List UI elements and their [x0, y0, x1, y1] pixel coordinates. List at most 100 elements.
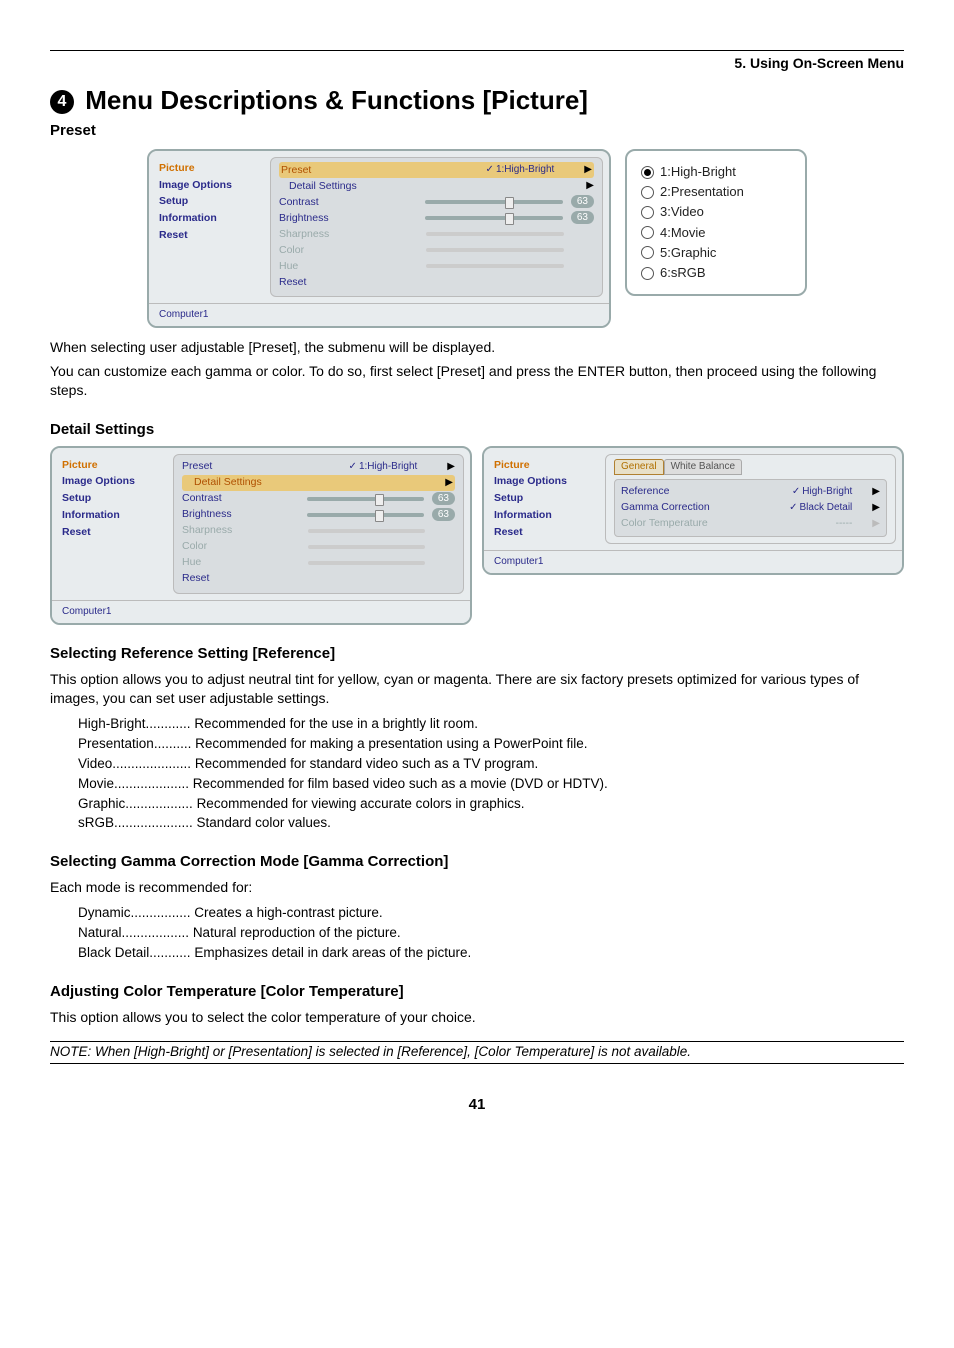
check-icon: ✓ [792, 485, 800, 499]
tab-general[interactable]: General [614, 459, 664, 475]
osd-row-brightness[interactable]: Brightness 63 [279, 210, 594, 226]
sharpness-slider [426, 232, 565, 236]
side-item-information[interactable]: Information [159, 211, 264, 226]
chevron-right-icon: ▶ [584, 163, 592, 177]
heading-reference: Selecting Reference Setting [Reference] [50, 643, 904, 664]
preset-option-presentation[interactable]: 2:Presentation [641, 183, 791, 201]
hue-label: Hue [279, 259, 418, 274]
heading-color-temperature: Adjusting Color Temperature [Color Tempe… [50, 981, 904, 1002]
chevron-right-icon: ▶ [586, 179, 594, 193]
preset-value: 1:High-Bright [496, 163, 554, 177]
tab-white-balance[interactable]: White Balance [664, 459, 742, 475]
check-icon: ✓ [486, 163, 494, 177]
side-item-picture[interactable]: Picture [494, 458, 599, 473]
contrast-slider[interactable] [307, 497, 424, 501]
osd-status-bar: Computer1 [149, 303, 609, 326]
side-item-reset[interactable]: Reset [159, 228, 264, 243]
heading-text: Menu Descriptions & Functions [Picture] [85, 85, 588, 115]
reference-paragraph: This option allows you to adjust neutral… [50, 670, 904, 709]
def-black-detail: Black Detail ........... Emphasizes deta… [78, 944, 904, 963]
osd-side-menu: Picture Image Options Setup Information … [149, 151, 270, 303]
brightness-label: Brightness [182, 507, 299, 522]
osd-status-bar: Computer1 [52, 600, 470, 623]
def-dynamic: Dynamic ................ Creates a high-… [78, 904, 904, 923]
chevron-right-icon: ▶ [872, 517, 880, 531]
detail-tabs: General White Balance [614, 459, 887, 475]
screenshot-row-2: Picture Image Options Setup Information … [50, 446, 904, 625]
check-icon: ✓ [349, 460, 357, 474]
preset-option-video[interactable]: 3:Video [641, 203, 791, 221]
def-presentation: Presentation .......... Recommended for … [78, 735, 904, 754]
page-number: 41 [50, 1094, 904, 1115]
osd-row-contrast[interactable]: Contrast 63 [279, 194, 594, 210]
detail-label: Detail Settings [184, 475, 445, 490]
preset-option-movie[interactable]: 4:Movie [641, 224, 791, 242]
def-video: Video ..................... Recommended … [78, 755, 904, 774]
header-rule [50, 50, 904, 51]
colortemp-label: Color Temperature [621, 516, 836, 531]
side-item-information[interactable]: Information [494, 508, 599, 523]
radio-off-icon [641, 226, 654, 239]
chevron-right-icon: ▶ [872, 485, 880, 499]
osd-status-bar: Computer1 [484, 550, 902, 573]
brightness-slider[interactable] [307, 513, 424, 517]
chevron-right-icon: ▶ [445, 476, 453, 490]
osd-side-menu: Picture Image Options Setup Information … [484, 448, 605, 550]
side-item-setup[interactable]: Setup [494, 491, 599, 506]
color-label: Color [279, 243, 418, 258]
osd-row-brightness[interactable]: Brightness 63 [182, 507, 455, 523]
row-reference[interactable]: Reference ✓ High-Bright ▶ [621, 484, 880, 500]
contrast-value: 63 [571, 195, 594, 208]
chevron-right-icon: ▶ [447, 460, 455, 474]
detail-label: Detail Settings [279, 179, 586, 194]
side-item-reset[interactable]: Reset [494, 525, 599, 540]
side-item-setup[interactable]: Setup [62, 491, 167, 506]
brightness-value: 63 [432, 508, 455, 521]
osd-row-hue: Hue [279, 258, 594, 274]
contrast-value: 63 [432, 492, 455, 505]
osd-side-menu: Picture Image Options Setup Information … [52, 448, 173, 600]
osd-detail-left: Picture Image Options Setup Information … [50, 446, 472, 625]
side-item-image-options[interactable]: Image Options [494, 474, 599, 489]
preset-option-graphic[interactable]: 5:Graphic [641, 244, 791, 262]
side-item-image-options[interactable]: Image Options [159, 178, 264, 193]
screenshot-row-1: Picture Image Options Setup Information … [50, 149, 904, 328]
osd-row-detail[interactable]: Detail Settings ▶ [182, 475, 455, 491]
intro-paragraph-2: You can customize each gamma or color. T… [50, 362, 904, 401]
osd-row-contrast[interactable]: Contrast 63 [182, 491, 455, 507]
side-item-setup[interactable]: Setup [159, 194, 264, 209]
osd-row-preset[interactable]: Preset ✓ 1:High-Bright ▶ [279, 162, 594, 178]
colortemp-value: ----- [836, 517, 853, 531]
subheading-preset: Preset [50, 120, 904, 141]
def-srgb: sRGB ..................... Standard colo… [78, 814, 904, 833]
osd-row-reset[interactable]: Reset [182, 571, 455, 587]
row-color-temp: Color Temperature ----- ▶ [621, 516, 880, 532]
side-item-information[interactable]: Information [62, 508, 167, 523]
contrast-label: Contrast [182, 491, 299, 506]
def-high-bright: High-Bright............ Recommended for … [78, 715, 904, 734]
radio-on-icon [641, 166, 654, 179]
gamma-label: Gamma Correction [621, 500, 789, 515]
osd-row-detail[interactable]: Detail Settings ▶ [279, 178, 594, 194]
side-item-picture[interactable]: Picture [62, 458, 167, 473]
preset-option-srgb[interactable]: 6:sRGB [641, 264, 791, 282]
row-gamma[interactable]: Gamma Correction ✓ Black Detail ▶ [621, 500, 880, 516]
osd-row-preset[interactable]: Preset ✓ 1:High-Bright ▶ [182, 459, 455, 475]
brightness-value: 63 [571, 211, 594, 224]
side-item-image-options[interactable]: Image Options [62, 474, 167, 489]
osd-row-hue: Hue [182, 555, 455, 571]
preset-value: 1:High-Bright [359, 460, 417, 474]
osd-main-panel: General White Balance Reference ✓ High-B… [605, 454, 896, 544]
side-item-reset[interactable]: Reset [62, 525, 167, 540]
def-natural: Natural .................. Natural repro… [78, 924, 904, 943]
check-icon: ✓ [789, 501, 797, 515]
osd-detail-right: Picture Image Options Setup Information … [482, 446, 904, 575]
side-item-picture[interactable]: Picture [159, 161, 264, 176]
osd-row-reset[interactable]: Reset [279, 274, 594, 290]
contrast-slider[interactable] [425, 200, 563, 204]
osd-row-sharpness: Sharpness [279, 226, 594, 242]
brightness-slider[interactable] [425, 216, 563, 220]
osd-main-panel: Preset ✓ 1:High-Bright ▶ Detail Settings… [173, 454, 464, 594]
preset-option-high-bright[interactable]: 1:High-Bright [641, 163, 791, 181]
osd-row-color: Color [279, 242, 594, 258]
